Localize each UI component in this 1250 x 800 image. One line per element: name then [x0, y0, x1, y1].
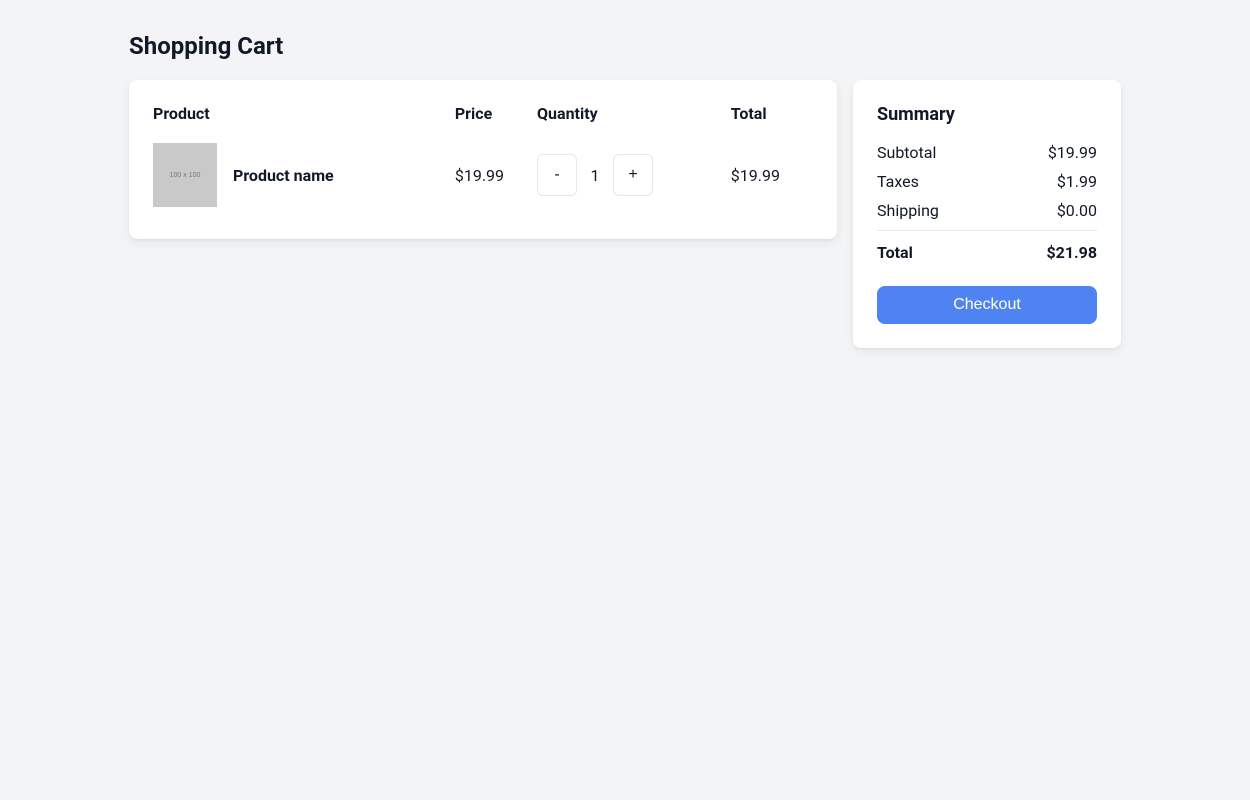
- table-row: 100 x 100 Product name $19.99 - 1 +: [153, 135, 813, 215]
- summary-divider: [877, 230, 1097, 231]
- cart-table: Product Price Quantity Total 100 x 100 P…: [153, 104, 813, 215]
- shipping-value: $0.00: [1057, 201, 1097, 220]
- col-header-product: Product: [153, 104, 455, 135]
- taxes-label: Taxes: [877, 172, 919, 191]
- col-header-total: Total: [731, 104, 813, 135]
- col-header-price: Price: [455, 104, 537, 135]
- summary-title: Summary: [877, 104, 1097, 125]
- quantity-stepper: - 1 +: [537, 154, 731, 196]
- total-value: $21.98: [1046, 243, 1097, 262]
- cart-items-card: Product Price Quantity Total 100 x 100 P…: [129, 80, 837, 239]
- product-price: $19.99: [455, 166, 504, 185]
- total-label: Total: [877, 243, 913, 262]
- shipping-label: Shipping: [877, 201, 939, 220]
- subtotal-label: Subtotal: [877, 143, 936, 162]
- summary-card: Summary Subtotal $19.99 Taxes $1.99 Ship…: [853, 80, 1121, 348]
- product-image-placeholder: 100 x 100: [153, 143, 217, 207]
- increase-quantity-button[interactable]: +: [613, 154, 653, 196]
- decrease-quantity-button[interactable]: -: [537, 154, 577, 196]
- col-header-quantity: Quantity: [537, 104, 731, 135]
- product-line-total: $19.99: [731, 166, 780, 185]
- page-title: Shopping Cart: [129, 32, 1121, 60]
- taxes-value: $1.99: [1057, 172, 1097, 191]
- product-name: Product name: [233, 166, 334, 185]
- subtotal-value: $19.99: [1048, 143, 1097, 162]
- quantity-value: 1: [589, 166, 601, 185]
- checkout-button[interactable]: Checkout: [877, 286, 1097, 324]
